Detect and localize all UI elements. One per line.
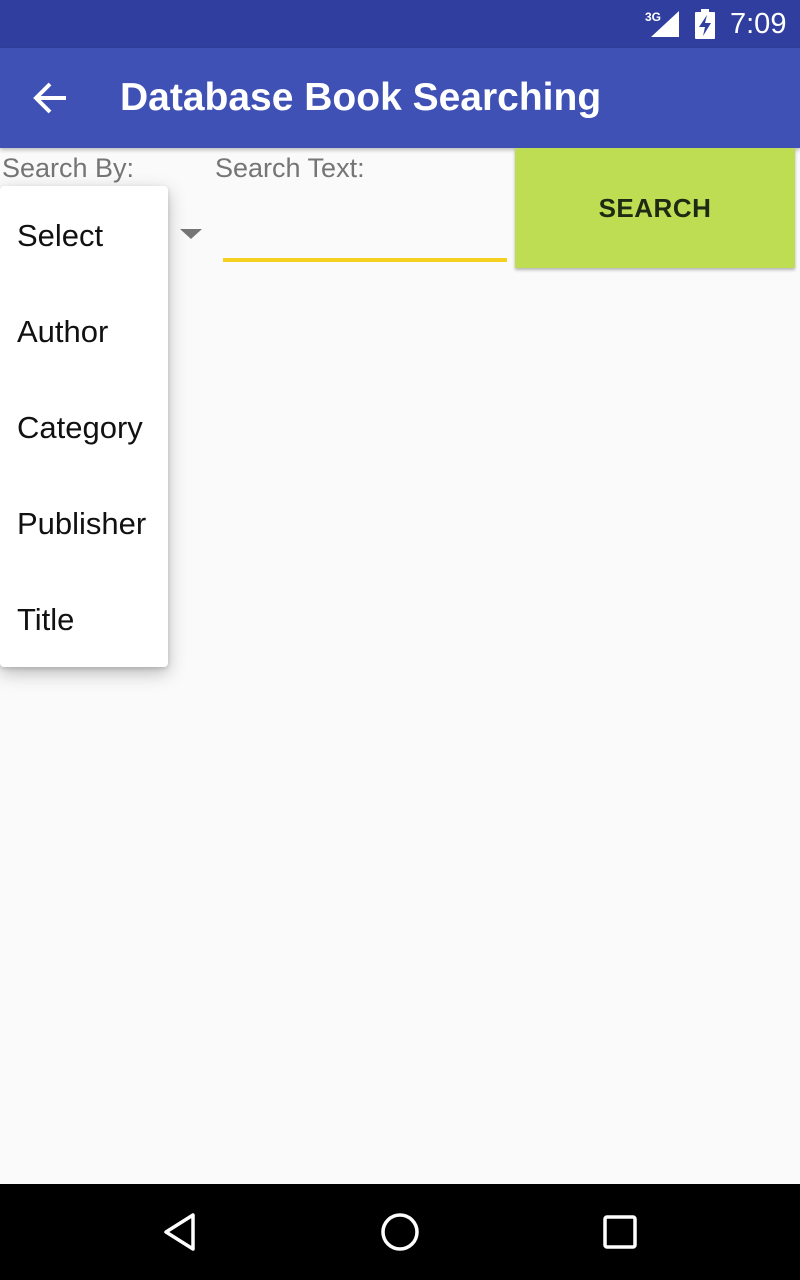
dropdown-arrow-icon[interactable] — [180, 229, 202, 239]
arrow-back-icon — [33, 82, 66, 114]
navigation-bar — [0, 1184, 800, 1280]
back-button[interactable] — [22, 70, 78, 126]
app-bar: Database Book Searching — [0, 48, 800, 148]
dropdown-option-select[interactable]: Select — [0, 188, 168, 284]
dropdown-option-category[interactable]: Category — [0, 380, 168, 476]
dropdown-option-publisher[interactable]: Publisher — [0, 476, 168, 572]
search-by-label: Search By: — [2, 153, 135, 183]
search-button[interactable]: SEARCH — [515, 148, 795, 268]
search-text-label: Search Text: — [215, 153, 365, 183]
back-triangle-icon — [164, 1213, 195, 1251]
nav-recents-button[interactable] — [596, 1208, 644, 1256]
recents-square-icon — [603, 1215, 637, 1249]
battery-charging-icon — [695, 9, 715, 39]
search-text-input[interactable] — [223, 200, 507, 262]
status-bar: 3G 7:09 — [0, 0, 800, 48]
dropdown-option-author[interactable]: Author — [0, 284, 168, 380]
nav-back-button[interactable] — [156, 1208, 204, 1256]
nav-home-button[interactable] — [376, 1208, 424, 1256]
clock: 7:09 — [730, 8, 787, 40]
signal-3g-icon: 3G — [645, 10, 679, 37]
page-title: Database Book Searching — [120, 76, 602, 119]
network-type-label: 3G — [645, 10, 661, 24]
search-by-dropdown-menu: Select Author Category Publisher Title — [0, 186, 168, 667]
dropdown-option-title[interactable]: Title — [0, 572, 168, 668]
home-circle-icon — [381, 1213, 419, 1251]
